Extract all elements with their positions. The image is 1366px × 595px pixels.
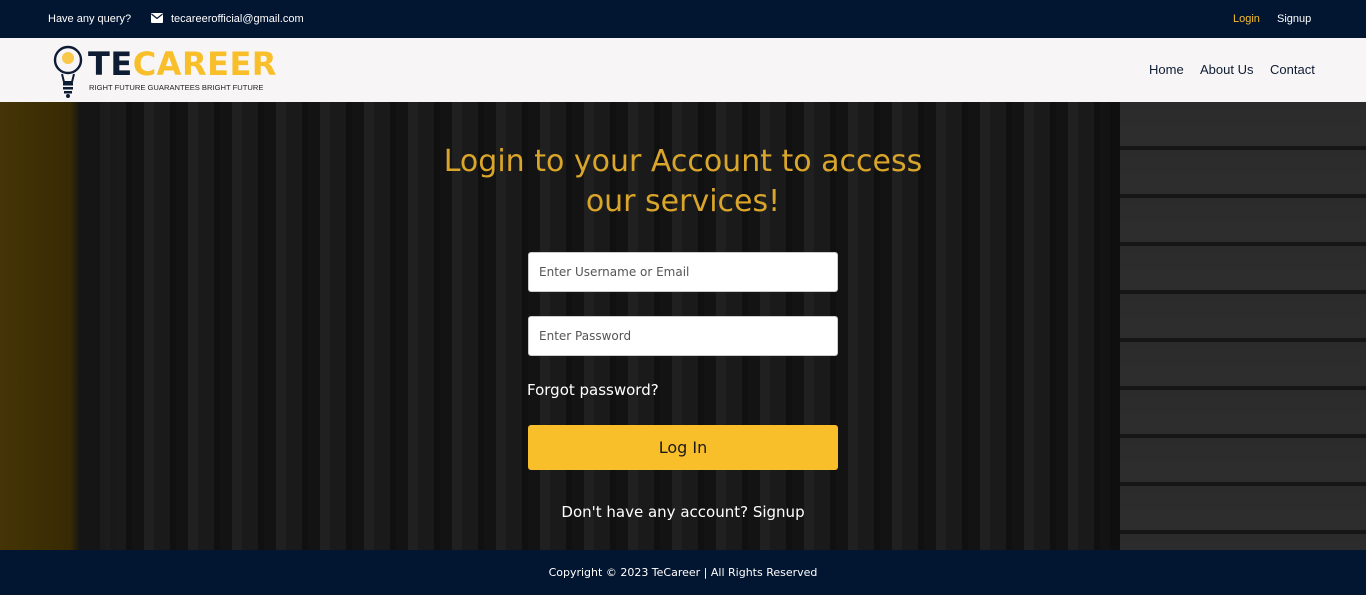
brand-te: TE — [88, 45, 133, 83]
password-input[interactable] — [528, 316, 838, 356]
nav-item-contact[interactable]: Contact — [1270, 62, 1315, 77]
username-input[interactable] — [528, 252, 838, 292]
envelope-icon — [151, 13, 163, 23]
brand-name: TECAREER — [88, 46, 277, 82]
top-bar: Have any query? tecareerofficial@gmail.c… — [0, 0, 1366, 38]
copyright-text: Copyright © 2023 TeCareer | All Rights R… — [548, 566, 818, 579]
nav-home-link[interactable]: Home — [1149, 62, 1184, 77]
contact-email: tecareerofficial@gmail.com — [171, 13, 304, 25]
forgot-password-link[interactable]: Forgot password? — [527, 381, 659, 399]
nav-item-about[interactable]: About Us — [1200, 62, 1253, 77]
nav-about-link[interactable]: About Us — [1200, 62, 1253, 77]
login-button[interactable]: Log In — [528, 425, 838, 470]
top-signup-link[interactable]: Signup — [1277, 13, 1311, 25]
brand-career: CAREER — [132, 45, 277, 83]
brand-tagline: RIGHT FUTURE GUARANTEES BRIGHT FUTURE — [89, 83, 264, 92]
top-login-link[interactable]: Login — [1233, 13, 1260, 25]
login-hero: Login to your Account to access our serv… — [0, 102, 1366, 550]
no-account-text: Don't have any account? — [561, 503, 749, 521]
nav-contact-link[interactable]: Contact — [1270, 62, 1315, 77]
signup-prompt: Don't have any account? Signup — [433, 503, 933, 521]
navbar: TECAREER RIGHT FUTURE GUARANTEES BRIGHT … — [0, 38, 1366, 102]
login-title: Login to your Account to access our serv… — [443, 144, 923, 219]
nav-item-home[interactable]: Home — [1149, 62, 1184, 77]
footer: Copyright © 2023 TeCareer | All Rights R… — [0, 550, 1366, 595]
site-logo[interactable]: TECAREER RIGHT FUTURE GUARANTEES BRIGHT … — [50, 42, 290, 98]
signup-link[interactable]: Signup — [753, 503, 805, 521]
query-label: Have any query? — [48, 13, 132, 25]
lightbulb-icon — [53, 45, 83, 98]
